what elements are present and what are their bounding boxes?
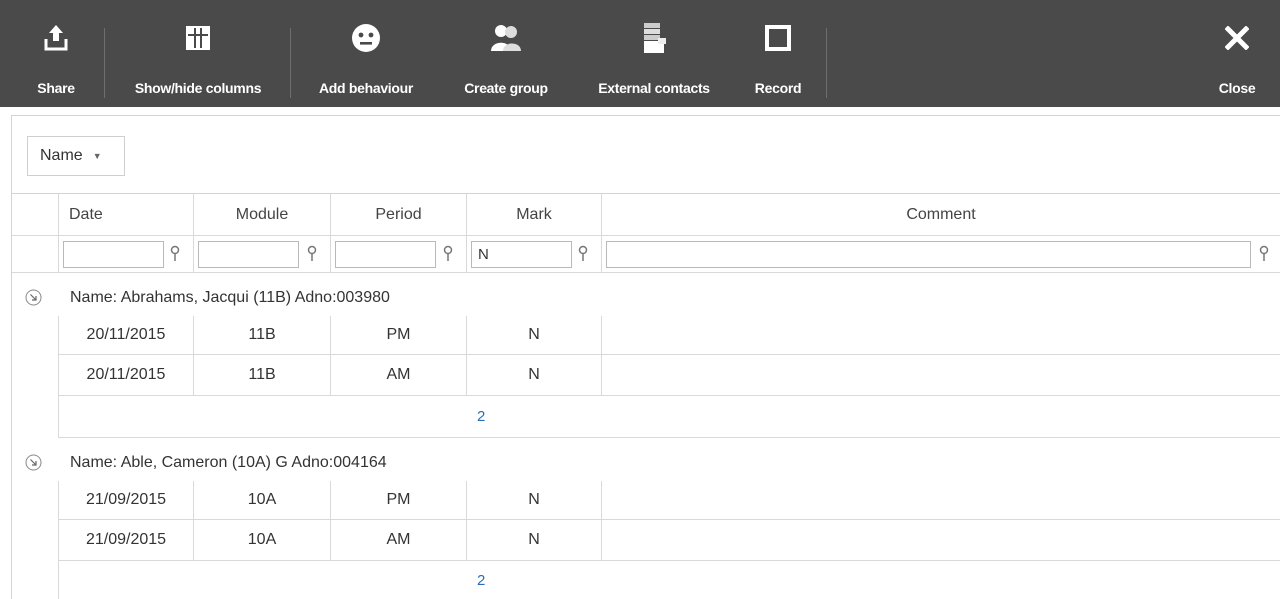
show-hide-columns-button[interactable]: Show/hide columns [118, 0, 278, 107]
group-count: 2 [477, 572, 486, 589]
group-indent [12, 316, 59, 438]
comment-cell[interactable] [602, 481, 1280, 520]
close-label: Close [1218, 80, 1256, 96]
group-indent [12, 481, 59, 599]
group-header-row: Name: Abrahams, Jacqui (11B) Adno:003980 [12, 279, 1280, 316]
module-cell[interactable]: 10A [194, 481, 331, 520]
period-cell[interactable]: AM [331, 355, 467, 396]
filter-period-cell [331, 236, 467, 273]
toolbar-divider [104, 28, 105, 98]
mark-cell[interactable]: N [467, 316, 602, 355]
filter-pin-icon[interactable] [442, 245, 454, 263]
period-cell[interactable]: PM [331, 481, 467, 520]
date-cell[interactable]: 20/11/2015 [59, 316, 194, 355]
comment-cell[interactable] [602, 355, 1280, 396]
module-cell[interactable]: 11B [194, 316, 331, 355]
module-filter-input[interactable] [198, 241, 299, 268]
group-footer: 2 [59, 396, 1280, 438]
close-icon [1217, 18, 1257, 58]
column-header-period[interactable]: Period [331, 194, 467, 236]
module-cell[interactable]: 11B [194, 355, 331, 396]
create-group-button[interactable]: Create group [452, 0, 560, 107]
column-header-mark[interactable]: Mark [467, 194, 602, 236]
date-cell[interactable]: 21/09/2015 [59, 481, 194, 520]
show-hide-columns-label: Show/hide columns [134, 80, 262, 96]
mark-cell[interactable]: N [467, 355, 602, 396]
data-grid: Name ▼ Date Module Period Mark Comment N… [11, 115, 1280, 599]
external-contacts-button[interactable]: External contacts [585, 0, 723, 107]
face-icon [346, 18, 386, 58]
collapse-group-icon[interactable] [25, 454, 42, 471]
group-footer: 2 [59, 561, 1280, 599]
date-cell[interactable]: 20/11/2015 [59, 355, 194, 396]
filter-module-cell [194, 236, 331, 273]
external-contacts-label: External contacts [598, 80, 710, 96]
record-label: Record [754, 80, 802, 96]
share-label: Share [37, 80, 75, 96]
group-icon [486, 18, 526, 58]
record-button[interactable]: Record [748, 0, 808, 107]
filter-pin-icon[interactable] [577, 245, 589, 263]
mark-cell[interactable]: N [467, 481, 602, 520]
comment-cell[interactable] [602, 316, 1280, 355]
close-button[interactable]: Close [1212, 0, 1262, 107]
date-cell[interactable]: 21/09/2015 [59, 520, 194, 561]
comment-cell[interactable] [602, 520, 1280, 561]
column-header-date[interactable]: Date [59, 194, 194, 236]
share-button[interactable]: Share [36, 0, 76, 107]
comment-filter-input[interactable] [606, 241, 1251, 268]
filter-mark-cell [467, 236, 602, 273]
group-by-panel: Name ▼ [12, 116, 1280, 194]
period-cell[interactable]: AM [331, 520, 467, 561]
toolbar-divider [826, 28, 827, 98]
create-group-label: Create group [464, 80, 548, 96]
mark-filter-input[interactable] [471, 241, 572, 268]
add-behaviour-label: Add behaviour [318, 80, 414, 96]
module-cell[interactable]: 10A [194, 520, 331, 561]
mark-cell[interactable]: N [467, 520, 602, 561]
chevron-down-icon: ▼ [92, 151, 102, 161]
filter-comment-cell [602, 236, 1280, 273]
period-cell[interactable]: PM [331, 316, 467, 355]
record-icon [758, 18, 798, 58]
group-label: Name: Abrahams, Jacqui (11B) Adno:003980 [70, 288, 390, 306]
share-icon [36, 18, 76, 58]
toolbar: Share Show/hide columns Add behaviour Cr… [0, 0, 1280, 107]
contacts-icon [634, 18, 674, 58]
filter-date-cell [59, 236, 194, 273]
filter-spacer [12, 236, 59, 273]
group-by-name-chip[interactable]: Name ▼ [27, 136, 125, 176]
add-behaviour-button[interactable]: Add behaviour [307, 0, 425, 107]
filter-pin-icon[interactable] [306, 245, 318, 263]
filter-pin-icon[interactable] [169, 245, 181, 263]
filter-pin-icon[interactable] [1258, 245, 1270, 263]
date-filter-input[interactable] [63, 241, 164, 268]
header-spacer [12, 194, 59, 236]
column-header-comment[interactable]: Comment [602, 194, 1280, 236]
period-filter-input[interactable] [335, 241, 436, 268]
collapse-group-icon[interactable] [25, 289, 42, 306]
toolbar-divider [290, 28, 291, 98]
group-count: 2 [477, 408, 486, 425]
group-header-row: Name: Able, Cameron (10A) G Adno:004164 [12, 444, 1280, 481]
columns-icon [178, 18, 218, 58]
group-by-name-label: Name [40, 147, 83, 164]
column-header-module[interactable]: Module [194, 194, 331, 236]
group-label: Name: Able, Cameron (10A) G Adno:004164 [70, 453, 387, 471]
